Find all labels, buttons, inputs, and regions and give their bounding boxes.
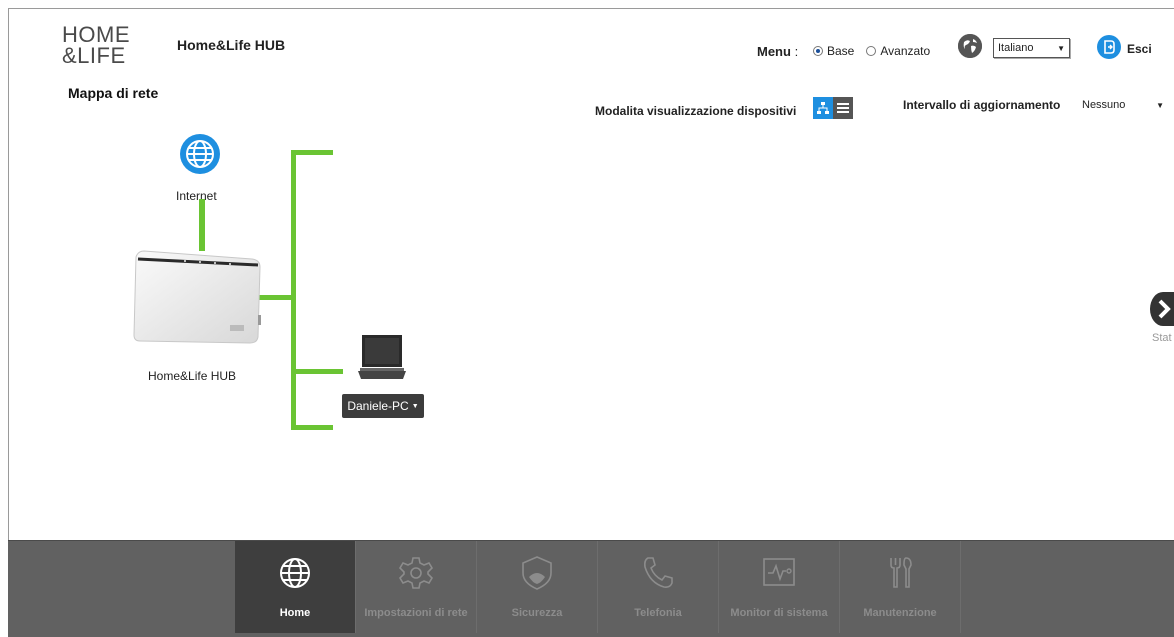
nav-security[interactable]: Sicurezza [477,541,598,633]
view-mode-label: Modalita visualizzazione dispositivi [595,104,797,118]
side-panel-label: Stat [1152,332,1172,344]
language-globe-icon[interactable] [958,34,982,58]
refresh-interval-value: Nessuno [1082,99,1126,111]
nav-system-monitor[interactable]: Monitor di sistema [719,541,840,633]
chevron-right-icon [1158,299,1171,319]
refresh-interval-select[interactable]: Nessuno ▼ [1078,95,1168,115]
logout-button[interactable]: Esci [1127,42,1152,56]
side-panel-toggle[interactable] [1150,292,1174,326]
menu-advanced-radio[interactable] [866,46,877,56]
list-view-icon[interactable] [833,97,853,119]
menu-advanced-label[interactable]: Avanzato [880,44,930,58]
language-select[interactable]: Italiano ▼ [993,38,1070,58]
view-mode-toggle [813,97,853,119]
nav-network-settings-label: Impostazioni di rete [364,607,468,619]
lan-bus-line [291,150,296,430]
app-title: Home&Life HUB [177,37,286,53]
nav-network-settings[interactable]: Impostazioni di rete [356,541,477,633]
menu-base-label[interactable]: Base [827,44,854,58]
menu-base-radio[interactable] [813,46,823,56]
internet-globe-icon[interactable] [179,133,221,175]
nav-maintenance[interactable]: Manutenzione [840,541,961,633]
nav-home[interactable]: Home [235,541,356,633]
language-select-value: Italiano [998,42,1034,54]
router-image[interactable] [130,245,262,350]
router-link-line [259,295,294,300]
chevron-down-icon: ▼ [1057,43,1065,53]
menu-label-sep: : [794,44,799,59]
nav-maintenance-label: Manutenzione [863,607,937,619]
logout-icon[interactable] [1097,35,1121,59]
menu-label-text: Menu [757,44,791,59]
chevron-down-icon: ▼ [1156,100,1164,110]
phone-icon [640,555,676,591]
nav-home-label: Home [279,607,311,619]
bottom-nav: Home Impostazioni di rete Sicurezza Tele… [8,540,1174,637]
menu-mode-radios: Base Avanzato [813,44,930,58]
logo-line-2: &LIFE [62,43,126,68]
shield-icon [519,555,555,591]
device-label: Daniele-PC [347,399,409,413]
lan-branch-bottom [291,425,333,430]
nav-telephony[interactable]: Telefonia [598,541,719,633]
refresh-interval-label: Intervallo di aggiornamento [903,98,1061,112]
gear-icon [398,555,434,591]
menu-label: Menu : [757,44,798,59]
tools-icon [882,555,918,591]
monitor-icon [761,555,797,591]
globe-icon [277,555,313,591]
logo-line-1: HOME [62,22,130,47]
laptop-icon[interactable] [356,333,408,385]
nav-system-monitor-label: Monitor di sistema [730,607,828,619]
brand-logo: HOME &LIFE [62,24,142,70]
router-label: Home&Life HUB [148,369,237,383]
device-link-line [291,369,343,374]
lan-branch-top [291,150,333,155]
page-title: Mappa di rete [68,85,159,101]
internet-link-line [199,199,205,251]
network-view-icon[interactable] [813,97,833,119]
device-button[interactable]: Daniele-PC ▼ [342,394,424,418]
nav-security-label: Sicurezza [511,607,563,619]
internet-label: Internet [176,189,217,203]
chevron-down-icon: ▼ [411,402,419,410]
nav-telephony-label: Telefonia [634,607,682,619]
